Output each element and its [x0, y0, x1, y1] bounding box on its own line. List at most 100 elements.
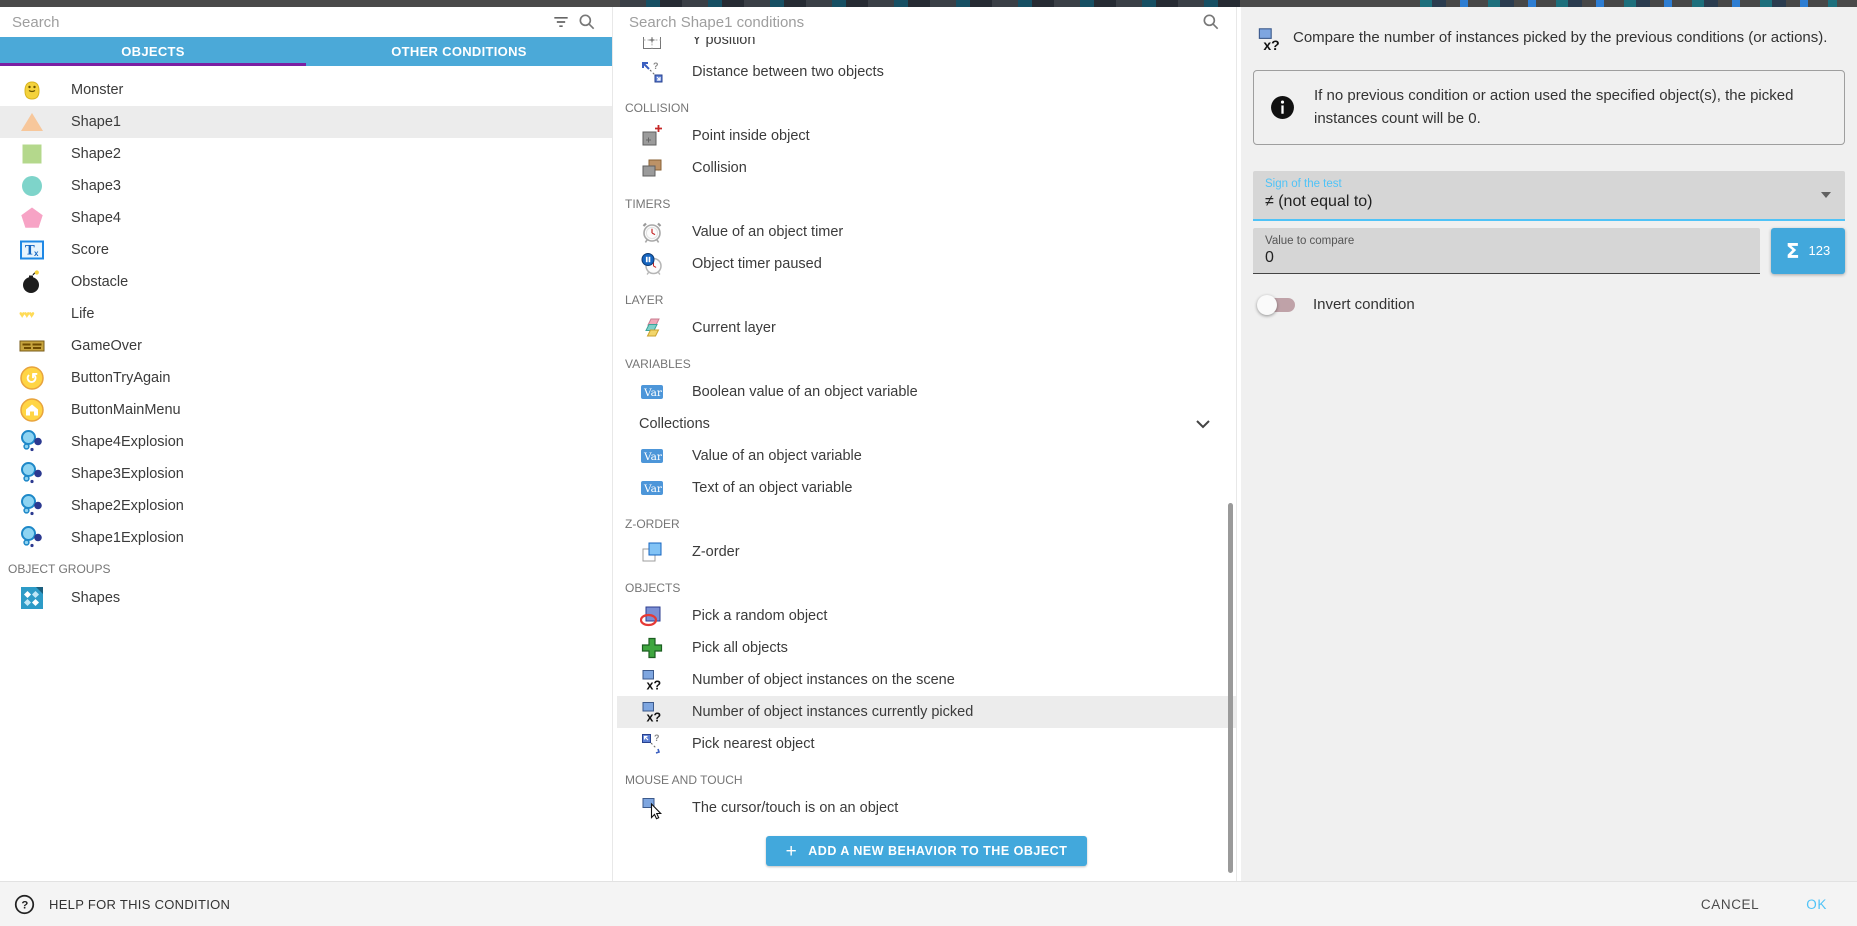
sign-of-test-select[interactable]: Sign of the test ≠ (not equal to) — [1253, 171, 1845, 221]
object-list-item[interactable]: ButtonMainMenu — [0, 394, 612, 426]
info-box: If no previous condition or action used … — [1253, 70, 1845, 145]
invert-condition-toggle[interactable] — [1261, 298, 1295, 312]
condition-search-input[interactable] — [629, 14, 1198, 31]
tab-objects[interactable]: OBJECTS — [0, 37, 306, 66]
explosion-particles-icon — [19, 461, 45, 487]
condition-list-item[interactable]: Z-order — [617, 536, 1236, 568]
svg-text:x: x — [34, 249, 39, 258]
condition-list-item[interactable]: Pick a random object — [617, 600, 1236, 632]
object-list-item[interactable]: ♥♥♥Life — [0, 298, 612, 330]
cancel-button[interactable]: CANCEL — [1701, 897, 1759, 912]
object-list-item[interactable]: Obstacle — [0, 266, 612, 298]
value-to-compare-field: Value to compare — [1253, 228, 1760, 274]
add-behavior-button-label: ADD A NEW BEHAVIOR TO THE OBJECT — [808, 844, 1067, 858]
object-name: Shape3 — [71, 178, 121, 194]
object-name: Shape1Explosion — [71, 530, 184, 546]
tab-other-conditions[interactable]: OTHER CONDITIONS — [306, 37, 612, 66]
variable-icon: Var — [639, 379, 665, 405]
layers-icon — [639, 315, 665, 341]
object-name: Shape2 — [71, 146, 121, 162]
value-to-compare-input[interactable] — [1265, 249, 1748, 267]
help-button[interactable]: ? HELP FOR THIS CONDITION — [14, 894, 230, 915]
condition-list-item[interactable]: Collision — [617, 152, 1236, 184]
object-list-item[interactable]: Shape4Explosion — [0, 426, 612, 458]
condition-list-item[interactable]: The cursor/touch is on an object — [617, 792, 1236, 824]
condition-section-header: TIMERS — [617, 184, 1236, 216]
condition-list-item[interactable]: ? Pick nearest object — [617, 728, 1236, 760]
svg-text:?: ? — [653, 61, 659, 71]
gameover-banner-icon — [19, 333, 45, 359]
object-name: Score — [71, 242, 109, 258]
info-icon — [1270, 95, 1295, 120]
search-icon — [1198, 10, 1224, 34]
object-list-item[interactable]: Monster — [0, 74, 612, 106]
svg-text:?: ? — [21, 899, 28, 911]
condition-list-item[interactable]: Object timer paused — [617, 248, 1236, 280]
object-list-item[interactable]: Shape3 — [0, 170, 612, 202]
condition-list-item[interactable]: Value of an object timer — [617, 216, 1236, 248]
instruction-editor-dialog: OBJECTS OTHER CONDITIONS Monster Shape1 Sh… — [0, 0, 1857, 926]
app-background-strip — [0, 0, 1857, 7]
object-list-item[interactable]: GameOver — [0, 330, 612, 362]
filter-icon[interactable] — [548, 10, 574, 34]
condition-label: Text of an object variable — [692, 480, 852, 496]
object-search-input[interactable] — [12, 14, 548, 31]
ok-button[interactable]: OK — [1806, 897, 1827, 912]
condition-list-item[interactable]: VarBoolean value of an object variable — [617, 376, 1236, 408]
svg-text:x?: x? — [1263, 37, 1279, 53]
search-icon — [574, 10, 600, 34]
condition-description-row: x? Compare the number of instances picke… — [1253, 17, 1845, 53]
value-to-compare-row: Value to compare Σ 123 — [1253, 228, 1845, 274]
object-list-item[interactable]: Shape2 — [0, 138, 612, 170]
object-list-item[interactable]: Shape4 — [0, 202, 612, 234]
explosion-particles-icon — [19, 429, 45, 455]
triangle-icon — [19, 109, 45, 135]
object-groups-header: OBJECT GROUPS — [0, 554, 612, 582]
object-list-item[interactable]: TxScore — [0, 234, 612, 266]
object-list-item[interactable]: Shape3Explosion — [0, 458, 612, 490]
object-list-item[interactable]: Shape2Explosion — [0, 490, 612, 522]
condition-list-item[interactable]: x?Number of object instances currently p… — [617, 696, 1236, 728]
z-order-icon — [639, 539, 665, 565]
condition-section-header: MOUSE AND TOUCH — [617, 760, 1236, 792]
variable-icon: Var — [639, 443, 665, 469]
object-list-item[interactable]: ↺ButtonTryAgain — [0, 362, 612, 394]
object-group-name: Shapes — [71, 590, 120, 606]
condition-label: Pick nearest object — [692, 736, 815, 752]
svg-text:?: ? — [654, 733, 660, 743]
svg-text:x?: x? — [647, 711, 662, 725]
condition-list-scrollbar[interactable] — [1228, 503, 1233, 873]
object-list-item[interactable]: Shape1 — [0, 106, 612, 138]
object-name: Monster — [71, 82, 123, 98]
condition-label: Y position — [692, 37, 755, 48]
monster-icon — [19, 77, 45, 103]
svg-text:x?: x? — [647, 679, 662, 693]
svg-text:Var: Var — [643, 451, 663, 463]
explosion-particles-icon — [19, 525, 45, 551]
condition-list-item[interactable]: Point inside object — [617, 120, 1236, 152]
sigma-icon: Σ — [1786, 239, 1800, 263]
condition-list-item[interactable]: x? Number of object instances on the scen… — [617, 664, 1236, 696]
condition-list-item[interactable]: Pick all objects — [617, 632, 1236, 664]
pentagon-icon — [19, 205, 45, 231]
condition-list-item[interactable]: Var Text of an object variable — [617, 472, 1236, 504]
add-behavior-button[interactable]: +ADD A NEW BEHAVIOR TO THE OBJECT — [766, 836, 1088, 866]
svg-text:Var: Var — [643, 483, 663, 495]
condition-group-collections[interactable]: Collections — [617, 408, 1236, 440]
condition-label: Pick a random object — [692, 608, 827, 624]
object-search-bar — [0, 7, 612, 37]
object-group-item[interactable]: Shapes — [0, 582, 612, 614]
condition-list-item[interactable]: Y position — [617, 37, 1236, 56]
collision-icon — [639, 155, 665, 181]
invert-condition-row: Invert condition — [1253, 295, 1845, 315]
condition-list-item[interactable]: Current layer — [617, 312, 1236, 344]
object-list-item[interactable]: Shape1Explosion — [0, 522, 612, 554]
timer-icon — [639, 219, 665, 245]
condition-label: Z-order — [692, 544, 740, 560]
condition-list-item[interactable]: ?Distance between two objects — [617, 56, 1236, 88]
bomb-icon — [19, 269, 45, 295]
expression-editor-button[interactable]: Σ 123 — [1771, 228, 1845, 274]
condition-list-item[interactable]: VarValue of an object variable — [617, 440, 1236, 472]
button-restart-icon: ↺ — [19, 365, 45, 391]
condition-label: Number of object instances on the scene — [692, 672, 955, 688]
